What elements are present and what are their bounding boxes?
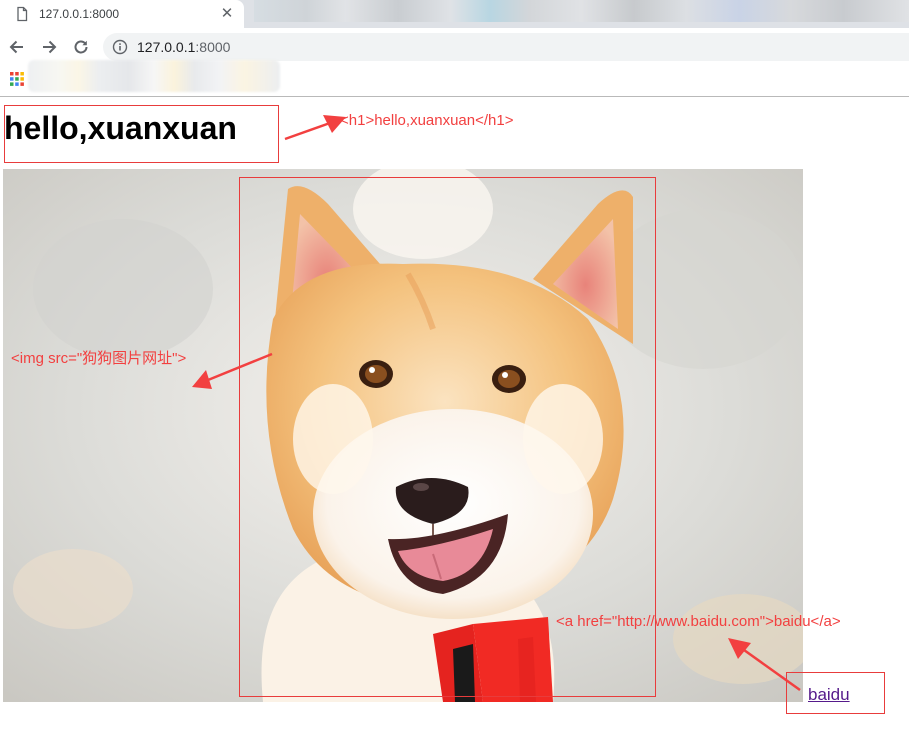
tab-strip: 127.0.0.1:8000 ✕ (0, 0, 909, 28)
blurred-bookmarks (28, 60, 280, 92)
bookmarks-bar (0, 60, 909, 97)
link-highlight-box (786, 672, 885, 714)
reload-icon[interactable] (71, 37, 91, 57)
browser-tab[interactable]: 127.0.0.1:8000 ✕ (0, 0, 244, 28)
url-port: :8000 (195, 39, 231, 55)
url-host: 127.0.0.1 (137, 39, 196, 55)
apps-grid-icon[interactable] (10, 72, 24, 86)
tab-title: 127.0.0.1:8000 (39, 7, 120, 21)
address-bar[interactable]: 127.0.0.1:8000 (103, 33, 909, 61)
h1-annotation-label: <h1>hello,xuanxuan</h1> (340, 112, 514, 129)
a-annotation-label: <a href="http://www.baidu.com">baidu</a> (556, 613, 841, 630)
info-icon[interactable] (112, 39, 128, 55)
img-annotation-label: <img src="狗狗图片网址"> (11, 350, 187, 367)
page-icon (17, 6, 28, 22)
forward-arrow-icon[interactable] (39, 37, 59, 57)
h1-arrow (284, 115, 346, 141)
back-arrow-icon[interactable] (7, 37, 27, 57)
url-text: 127.0.0.1:8000 (137, 39, 230, 55)
close-tab-icon[interactable]: ✕ (219, 6, 235, 22)
blurred-tabs (254, 0, 909, 22)
heading-highlight-box (4, 105, 279, 163)
